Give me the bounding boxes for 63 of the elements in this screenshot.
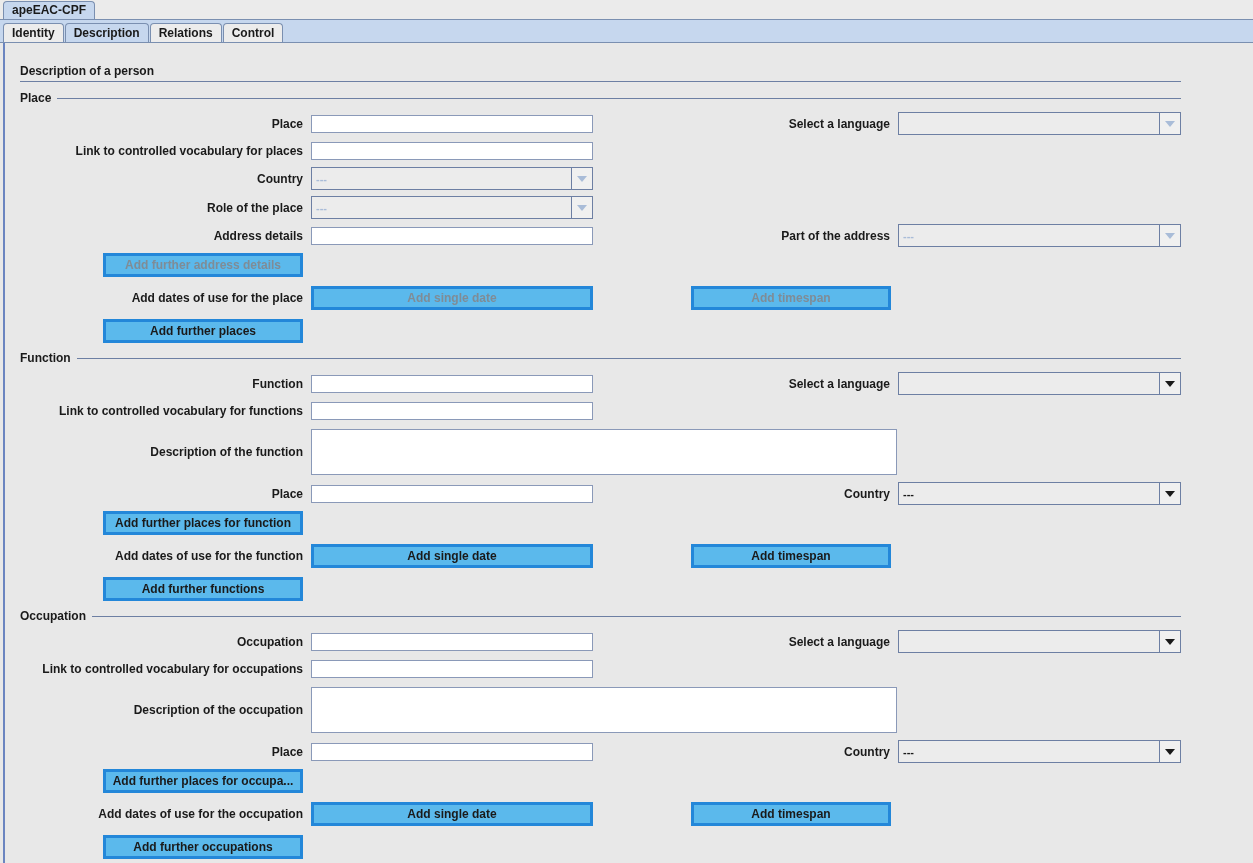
- text-field[interactable]: [311, 632, 593, 651]
- add-button[interactable]: Add further places for occupa...: [103, 768, 303, 793]
- field-label: Country: [256, 171, 303, 186]
- add-date-button[interactable]: Add timespan: [691, 543, 891, 568]
- field-label: Select a language: [787, 116, 890, 131]
- tab[interactable]: Identity: [3, 23, 64, 42]
- text-area[interactable]: [311, 687, 897, 733]
- field-label: Role of the place: [205, 200, 303, 215]
- add-date-button[interactable]: Add timespan: [691, 801, 891, 826]
- add-button[interactable]: Add further places for function: [103, 510, 303, 535]
- dropdown-arrow-icon: [1165, 232, 1175, 239]
- dropdown[interactable]: [898, 372, 1181, 395]
- dropdown-arrow-icon: [1165, 120, 1175, 127]
- text-area[interactable]: [311, 429, 897, 475]
- add-date-button[interactable]: Add single date: [311, 801, 593, 826]
- dropdown-arrow-icon: [577, 175, 587, 182]
- text-field[interactable]: [311, 401, 593, 420]
- dropdown[interactable]: ---: [898, 482, 1181, 505]
- field-label: Occupation: [236, 634, 303, 649]
- field-label: Add dates of use for the occupation: [97, 806, 303, 821]
- section-title: Function: [20, 351, 71, 365]
- field-label: Place: [270, 486, 303, 501]
- field-label: Select a language: [787, 376, 890, 391]
- field-label: Country: [843, 744, 890, 759]
- field-label: Country: [843, 486, 890, 501]
- text-field[interactable]: [311, 141, 593, 160]
- dropdown[interactable]: [898, 630, 1181, 653]
- tab[interactable]: Relations: [149, 23, 222, 42]
- dropdown-arrow-icon: [1165, 490, 1175, 497]
- text-field[interactable]: [311, 484, 593, 503]
- dropdown[interactable]: ---: [898, 740, 1181, 763]
- tab[interactable]: Control: [222, 23, 284, 42]
- add-date-button[interactable]: Add single date: [311, 543, 593, 568]
- add-button[interactable]: Add further functions: [103, 576, 303, 601]
- field-label: Link to controlled vocabulary for functions: [57, 403, 303, 418]
- field-label: Place: [270, 116, 303, 131]
- field-label: Description of the occupation: [132, 703, 303, 717]
- form-heading: Description of a person: [20, 61, 1181, 82]
- text-field[interactable]: [311, 742, 593, 761]
- text-field[interactable]: [311, 374, 593, 393]
- dropdown-arrow-icon: [577, 204, 587, 211]
- text-field[interactable]: [311, 226, 593, 245]
- field-label: Description of the function: [149, 445, 303, 459]
- field-label: Add dates of use for the function: [114, 548, 303, 563]
- dropdown-arrow-icon: [1165, 380, 1175, 387]
- field-label: Function: [251, 376, 303, 391]
- text-field[interactable]: [311, 114, 593, 133]
- field-label: Link to controlled vocabulary for occupations: [41, 661, 303, 676]
- app-tab[interactable]: apeEAC-CPF: [3, 1, 95, 19]
- tab[interactable]: Description: [64, 23, 149, 42]
- field-label: Address details: [212, 228, 303, 243]
- section-title: Occupation: [20, 609, 86, 623]
- text-field[interactable]: [311, 659, 593, 678]
- dropdown-arrow-icon: [1165, 748, 1175, 755]
- field-label: Select a language: [787, 634, 890, 649]
- field-label: Place: [270, 744, 303, 759]
- add-button[interactable]: Add further places: [103, 318, 303, 343]
- section-title: Place: [20, 91, 52, 105]
- field-label: Link to controlled vocabulary for places: [74, 143, 303, 158]
- field-label: Part of the address: [780, 228, 890, 243]
- dropdown-arrow-icon: [1165, 638, 1175, 645]
- add-button[interactable]: Add further occupations: [103, 834, 303, 859]
- field-label: Add dates of use for the place: [130, 290, 303, 305]
